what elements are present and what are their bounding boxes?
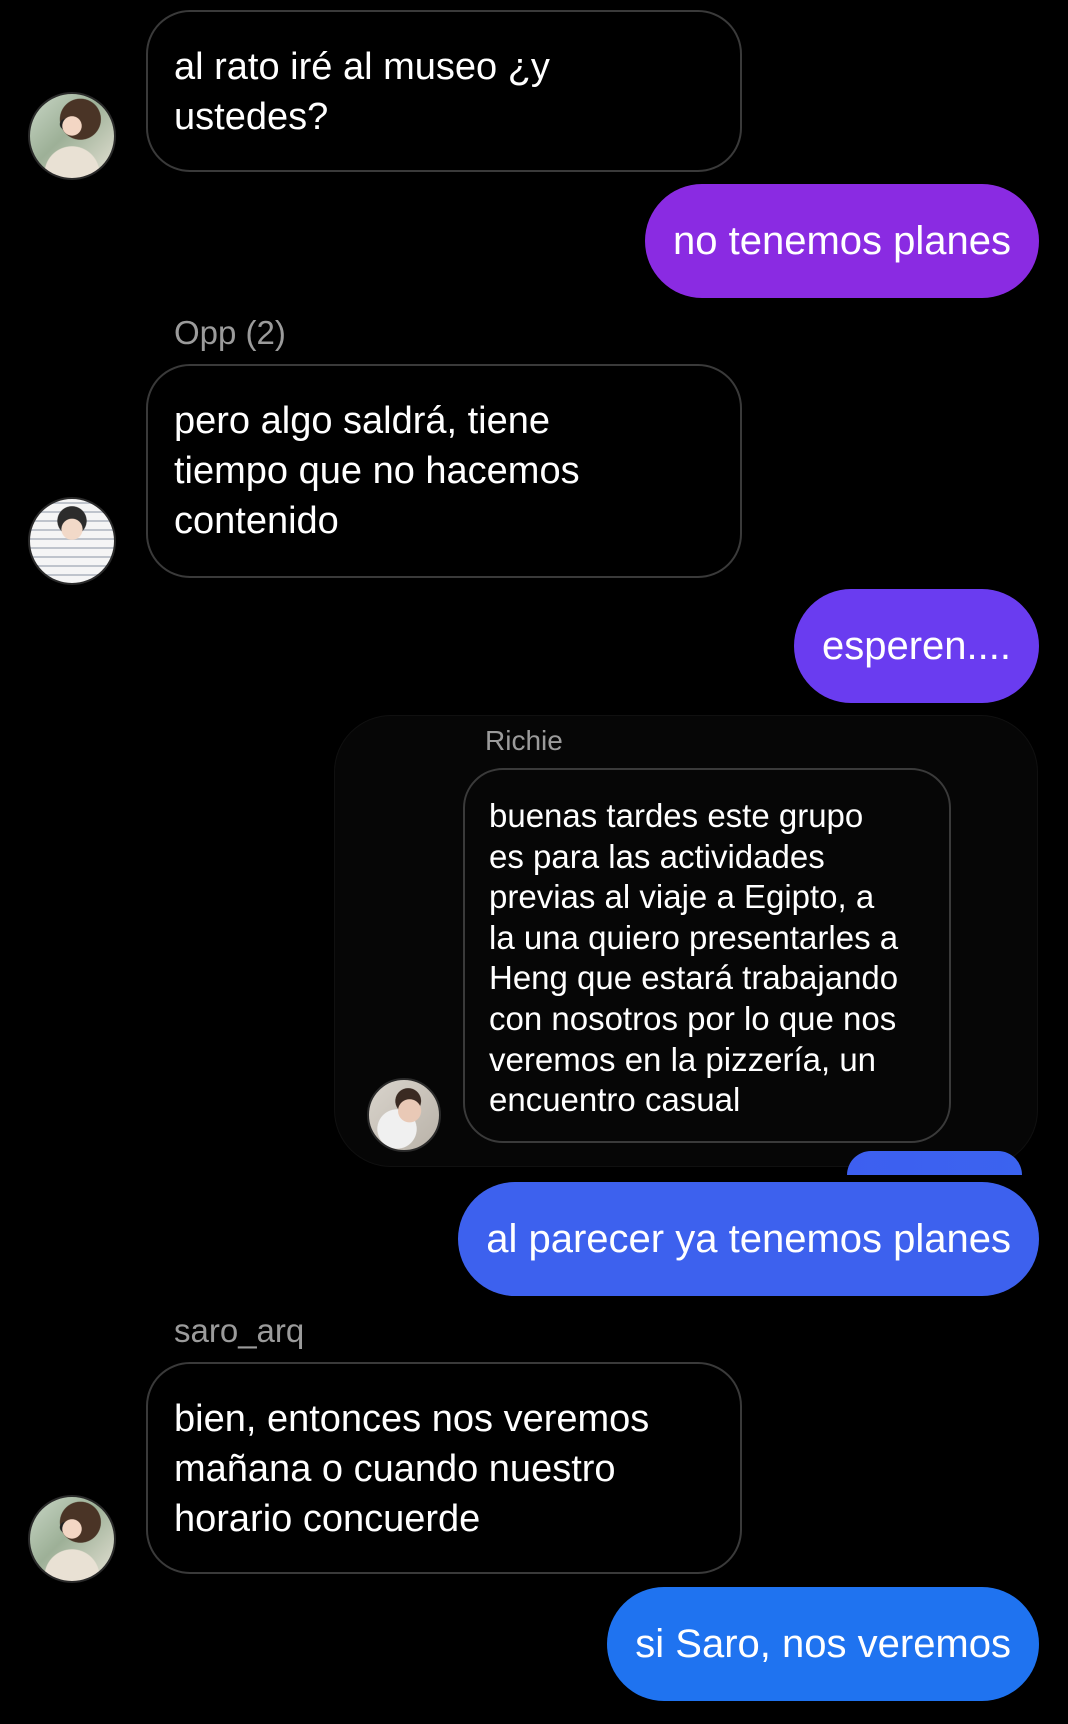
incoming-message-bubble[interactable]: pero algo saldrá, tiene tiempo que no ha… bbox=[146, 364, 742, 578]
outgoing-message-bubble[interactable]: si Saro, nos veremos bbox=[607, 1587, 1039, 1701]
richie-avatar[interactable] bbox=[367, 1078, 441, 1152]
opp-avatar[interactable] bbox=[28, 497, 116, 585]
incoming-message-bubble[interactable]: bien, entonces nos veremos mañana o cuan… bbox=[146, 1362, 742, 1574]
outgoing-message-bubble[interactable]: esperen.... bbox=[793, 589, 1039, 703]
bubble-peek bbox=[847, 1151, 1022, 1175]
sender-name: saro_arq bbox=[174, 1312, 305, 1349]
saro-avatar[interactable] bbox=[28, 92, 116, 180]
saro-avatar[interactable] bbox=[28, 1495, 116, 1583]
forwarded-message-bubble[interactable]: buenas tardes este grupo es para las act… bbox=[463, 768, 951, 1143]
outgoing-message-bubble[interactable]: no tenemos planes bbox=[644, 184, 1039, 298]
sender-name: Opp (2) bbox=[174, 314, 286, 351]
incoming-message-bubble[interactable]: al rato iré al museo ¿y ustedes? bbox=[146, 10, 742, 172]
forwarded-sender-name: Richie bbox=[485, 725, 563, 756]
outgoing-message-bubble[interactable]: al parecer ya tenemos planes bbox=[458, 1182, 1039, 1296]
